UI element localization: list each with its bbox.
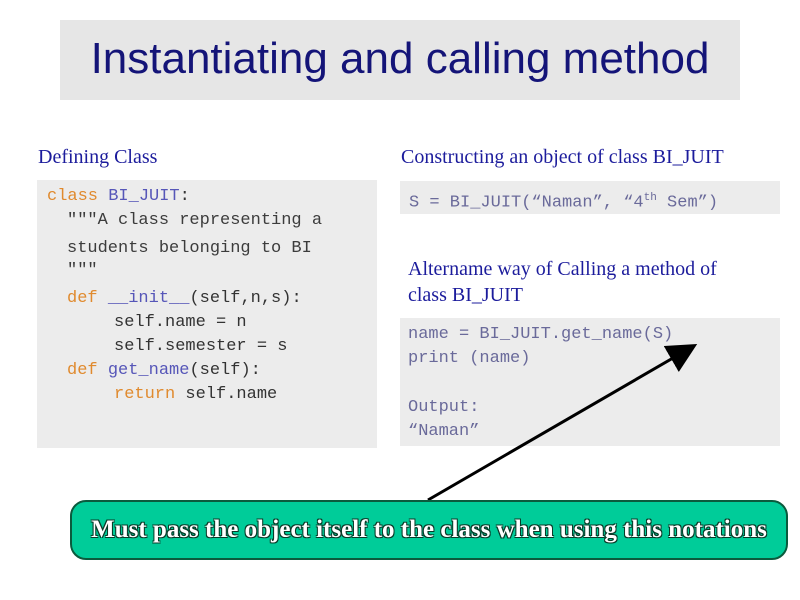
object-construction-code: S = BI_JUIT(“Naman”, “4th Sem”) — [400, 181, 780, 214]
callout-text: Must pass the object itself to the class… — [91, 516, 767, 543]
code-line: students belonging to BI — [67, 239, 312, 258]
slide-title: Instantiating and calling method — [90, 34, 710, 83]
code-line: def get_name(self): — [67, 361, 261, 380]
code-line: """ — [67, 261, 98, 280]
code-line: S = BI_JUIT(“Naman”, “4th Sem”) — [409, 192, 719, 213]
alternate-call-heading: Altername way of Calling a method of cla… — [408, 258, 717, 306]
code-line: return self.name — [114, 385, 278, 404]
code-line: print (name) — [408, 349, 531, 368]
code-line: """A class representing a — [67, 211, 323, 230]
alternate-call-code: name = BI_JUIT.get_name(S) print (name) … — [400, 318, 780, 446]
class-definition-code: class BI_JUIT: """A class representing a… — [37, 180, 377, 448]
code-line: class BI_JUIT: — [47, 187, 190, 206]
code-line: self.name = n — [114, 313, 247, 332]
constructing-object-heading: Constructing an object of class BI_JUIT — [401, 146, 724, 168]
callout-box: Must pass the object itself to the class… — [70, 500, 788, 560]
code-line: Output: — [408, 398, 480, 417]
code-line: self.semester = s — [114, 337, 288, 356]
title-banner: Instantiating and calling method — [60, 20, 740, 100]
code-line: def __init__(self,n,s): — [67, 289, 302, 308]
code-line: “Naman” — [408, 422, 480, 441]
defining-class-heading: Defining Class — [38, 146, 158, 168]
code-line: name = BI_JUIT.get_name(S) — [408, 325, 674, 344]
